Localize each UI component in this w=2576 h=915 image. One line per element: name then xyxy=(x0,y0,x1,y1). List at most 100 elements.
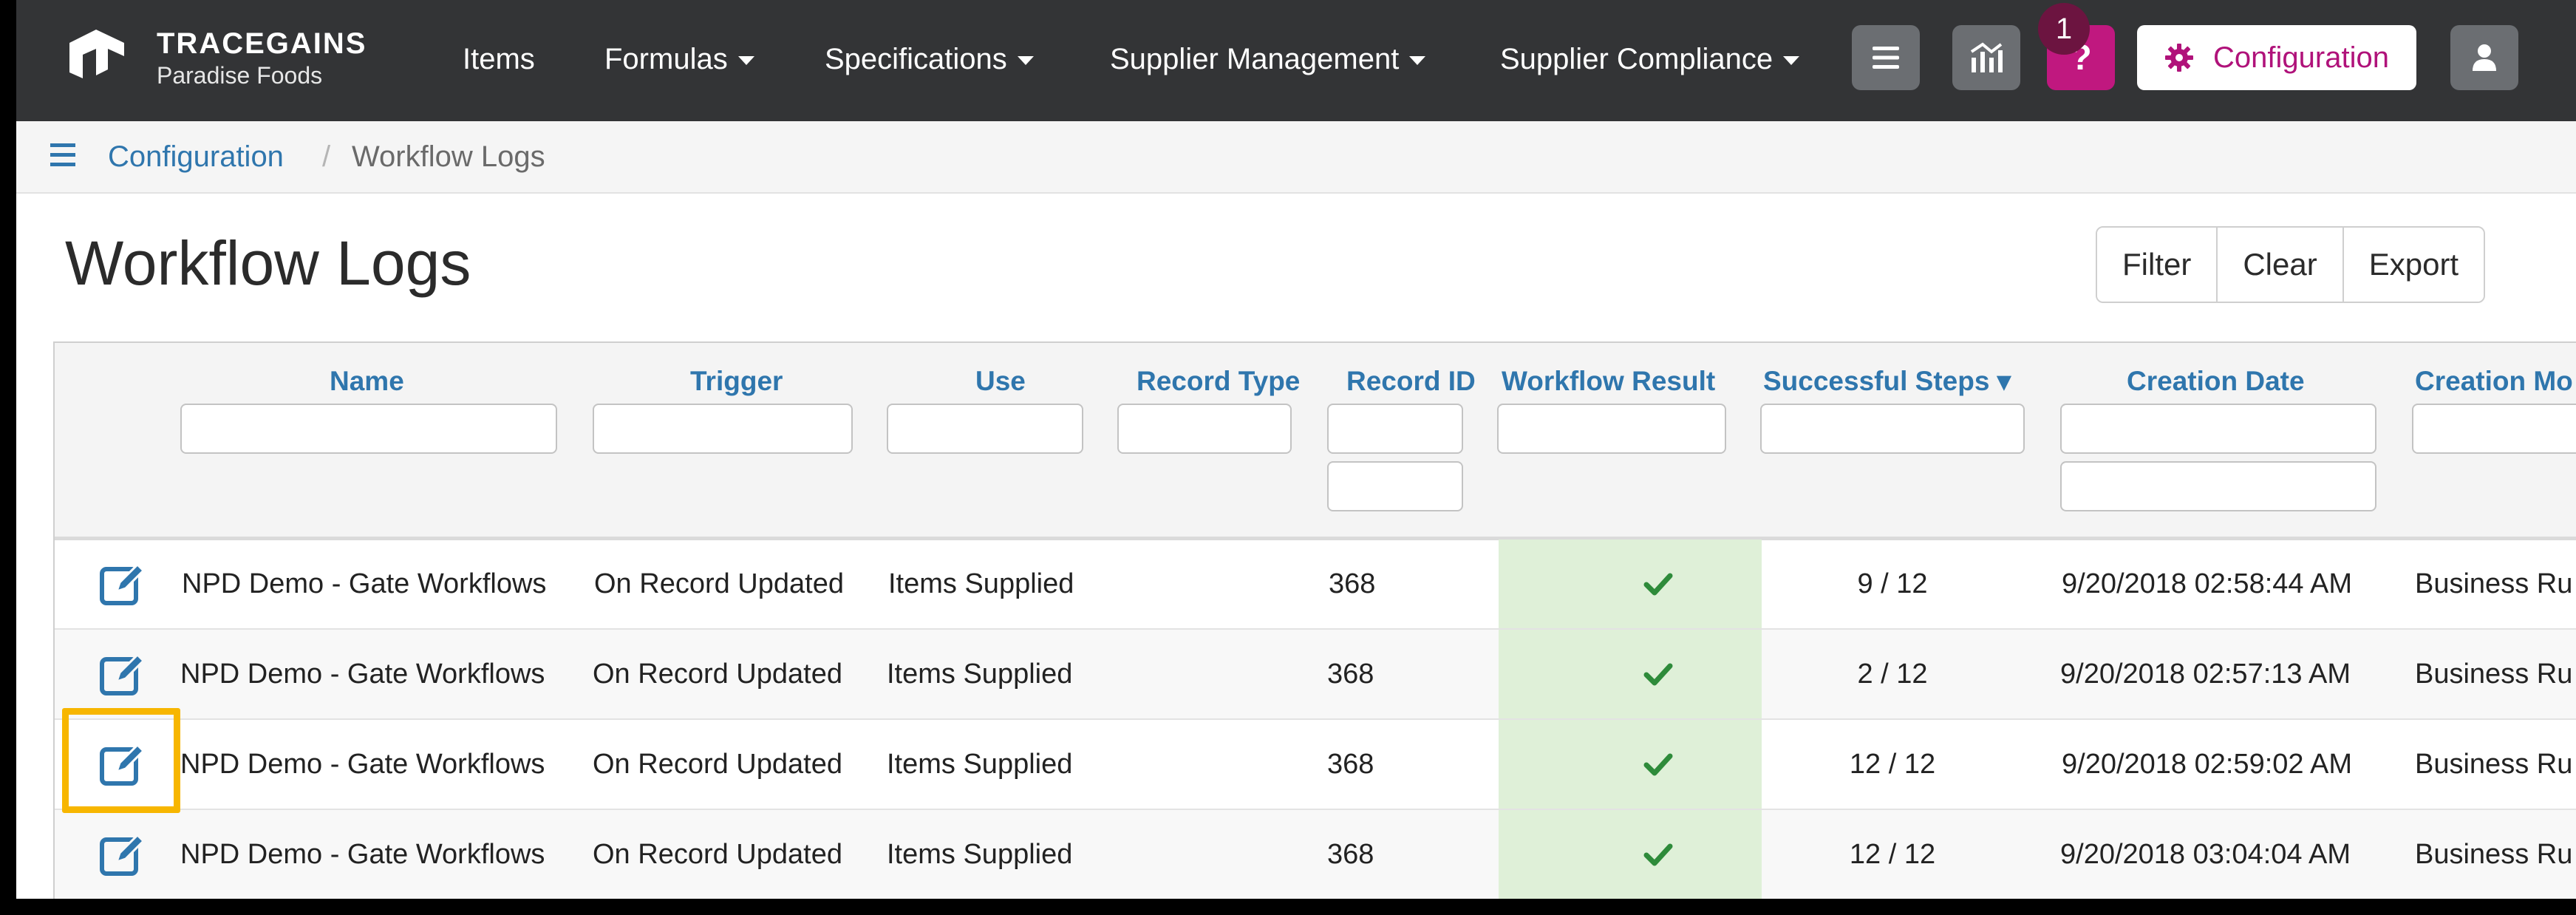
brand[interactable]: TRACEGAINS Paradise Foods xyxy=(157,27,367,90)
gear-icon xyxy=(2165,44,2194,72)
hamburger-icon xyxy=(1873,47,1899,69)
cell-name: NPD Demo - Gate Workflows xyxy=(182,568,547,599)
table-row[interactable]: NPD Demo - Gate Workflows On Record Upda… xyxy=(55,810,2576,899)
table-header: Name Trigger Use Record Type Record ID W… xyxy=(55,343,2576,540)
configuration-label: Configuration xyxy=(2213,41,2389,74)
tracegains-logo-icon[interactable] xyxy=(67,27,127,90)
workflow-result-filter-input[interactable] xyxy=(1497,404,1726,454)
brand-name: TRACEGAINS xyxy=(157,27,367,60)
cell-use: Items Supplied xyxy=(888,568,1074,599)
cell-name: NPD Demo - Gate Workflows xyxy=(180,839,545,870)
column-header-successful-steps[interactable]: Successful Steps ▾ xyxy=(1763,365,2011,398)
column-header-record-id[interactable]: Record ID xyxy=(1346,365,1476,398)
creation-date-to-input[interactable] xyxy=(2060,461,2376,511)
creation-date-from-input[interactable] xyxy=(2060,404,2376,454)
cell-use: Items Supplied xyxy=(887,659,1073,690)
cell-name: NPD Demo - Gate Workflows xyxy=(180,749,545,780)
cell-trigger: On Record Updated xyxy=(594,568,844,599)
breadcrumb-configuration-link[interactable]: Configuration xyxy=(108,139,284,174)
column-header-creation-method[interactable]: Creation Mo xyxy=(2415,365,2573,398)
cell-successful-steps: 12 / 12 xyxy=(1849,839,1936,870)
brand-org: Paradise Foods xyxy=(157,62,323,89)
column-header-trigger[interactable]: Trigger xyxy=(690,365,783,398)
caret-down-icon xyxy=(1409,56,1426,66)
table-row[interactable]: NPD Demo - Gate Workflows On Record Upda… xyxy=(55,540,2576,630)
cell-creation-method: Business Ru xyxy=(2415,659,2573,690)
top-navbar: TRACEGAINS Paradise Foods Items Formulas… xyxy=(16,0,2576,121)
nav-item-label: Items xyxy=(463,43,535,75)
workflow-result-cell xyxy=(1499,630,1762,718)
breadcrumb-separator: / xyxy=(322,140,331,173)
nav-item-supplier-management[interactable]: Supplier Management xyxy=(1110,38,1426,80)
record-id-min-input[interactable] xyxy=(1327,404,1463,454)
successful-steps-filter-input[interactable] xyxy=(1760,404,2025,454)
caret-down-icon xyxy=(1783,56,1800,66)
trigger-filter-input[interactable] xyxy=(593,404,853,454)
cell-creation-date: 9/20/2018 02:58:44 AM xyxy=(2062,568,2352,599)
success-check-icon xyxy=(1643,753,1673,776)
notification-badge[interactable]: 1 xyxy=(2038,3,2090,55)
cell-creation-date: 9/20/2018 03:04:04 AM xyxy=(2060,839,2351,870)
table-row[interactable]: NPD Demo - Gate Workflows On Record Upda… xyxy=(55,720,2576,810)
success-check-icon xyxy=(1643,663,1673,686)
cell-successful-steps: 9 / 12 xyxy=(1857,568,1928,599)
nav-item-specifications[interactable]: Specifications xyxy=(825,38,1034,80)
cell-creation-method: Business Ru xyxy=(2415,749,2573,780)
reports-button[interactable] xyxy=(1952,25,2020,90)
cell-use: Items Supplied xyxy=(887,839,1073,870)
column-header-creation-date[interactable]: Creation Date xyxy=(2127,365,2305,398)
chart-icon xyxy=(1970,42,2003,72)
workflow-result-cell xyxy=(1499,720,1762,809)
column-header-name[interactable]: Name xyxy=(330,365,404,398)
cell-record-id: 368 xyxy=(1327,839,1374,870)
nav-item-label: Formulas xyxy=(604,43,728,75)
nav-item-label: Supplier Compliance xyxy=(1500,43,1773,75)
sidebar-toggle-icon[interactable] xyxy=(49,140,78,170)
caret-down-icon xyxy=(1017,56,1034,66)
highlight-box xyxy=(62,708,180,813)
nav-item-formulas[interactable]: Formulas xyxy=(604,38,754,80)
export-button[interactable]: Export xyxy=(2343,228,2484,302)
configuration-button[interactable]: Configuration xyxy=(2137,25,2416,90)
menu-button[interactable] xyxy=(1852,25,1920,90)
workflow-result-cell xyxy=(1499,810,1762,899)
column-header-record-type[interactable]: Record Type xyxy=(1137,365,1300,398)
cell-record-id: 368 xyxy=(1327,749,1374,780)
record-id-max-input[interactable] xyxy=(1327,461,1463,511)
column-header-use[interactable]: Use xyxy=(975,365,1026,398)
column-header-workflow-result[interactable]: Workflow Result xyxy=(1502,365,1715,398)
cell-successful-steps: 2 / 12 xyxy=(1857,659,1928,690)
name-filter-input[interactable] xyxy=(180,404,557,454)
cell-trigger: On Record Updated xyxy=(593,839,842,870)
clear-button[interactable]: Clear xyxy=(2218,228,2344,302)
cell-creation-method: Business Ru xyxy=(2415,839,2573,870)
edit-icon[interactable] xyxy=(99,560,146,608)
cell-trigger: On Record Updated xyxy=(593,749,842,780)
caret-down-icon xyxy=(737,56,754,66)
nav-item-items[interactable]: Items xyxy=(463,38,535,80)
filter-button[interactable]: Filter xyxy=(2097,228,2218,302)
workflow-result-cell xyxy=(1499,540,1762,628)
cell-creation-method: Business Ru xyxy=(2415,568,2573,599)
edit-icon[interactable] xyxy=(99,650,146,698)
nav-item-supplier-compliance[interactable]: Supplier Compliance xyxy=(1500,38,1800,80)
app-window: TRACEGAINS Paradise Foods Items Formulas… xyxy=(16,0,2576,899)
nav-item-label: Specifications xyxy=(825,43,1007,75)
workflow-logs-table: Name Trigger Use Record Type Record ID W… xyxy=(53,341,2576,899)
success-check-icon xyxy=(1643,573,1673,596)
cell-successful-steps: 12 / 12 xyxy=(1849,749,1936,780)
edit-icon[interactable] xyxy=(99,831,146,878)
nav-item-label: Supplier Management xyxy=(1110,43,1400,75)
cell-trigger: On Record Updated xyxy=(593,659,842,690)
cell-creation-date: 9/20/2018 02:57:13 AM xyxy=(2060,659,2351,690)
table-row[interactable]: NPD Demo - Gate Workflows On Record Upda… xyxy=(55,630,2576,720)
creation-method-filter-input[interactable] xyxy=(2412,404,2576,454)
breadcrumb: Configuration / Workflow Logs xyxy=(16,121,2576,194)
cell-name: NPD Demo - Gate Workflows xyxy=(180,659,545,690)
cell-record-id: 368 xyxy=(1329,568,1376,599)
use-filter-input[interactable] xyxy=(887,404,1083,454)
record-type-filter-input[interactable] xyxy=(1117,404,1292,454)
cell-use: Items Supplied xyxy=(887,749,1073,780)
user-menu-button[interactable] xyxy=(2450,25,2518,90)
breadcrumb-current: Workflow Logs xyxy=(352,140,545,173)
